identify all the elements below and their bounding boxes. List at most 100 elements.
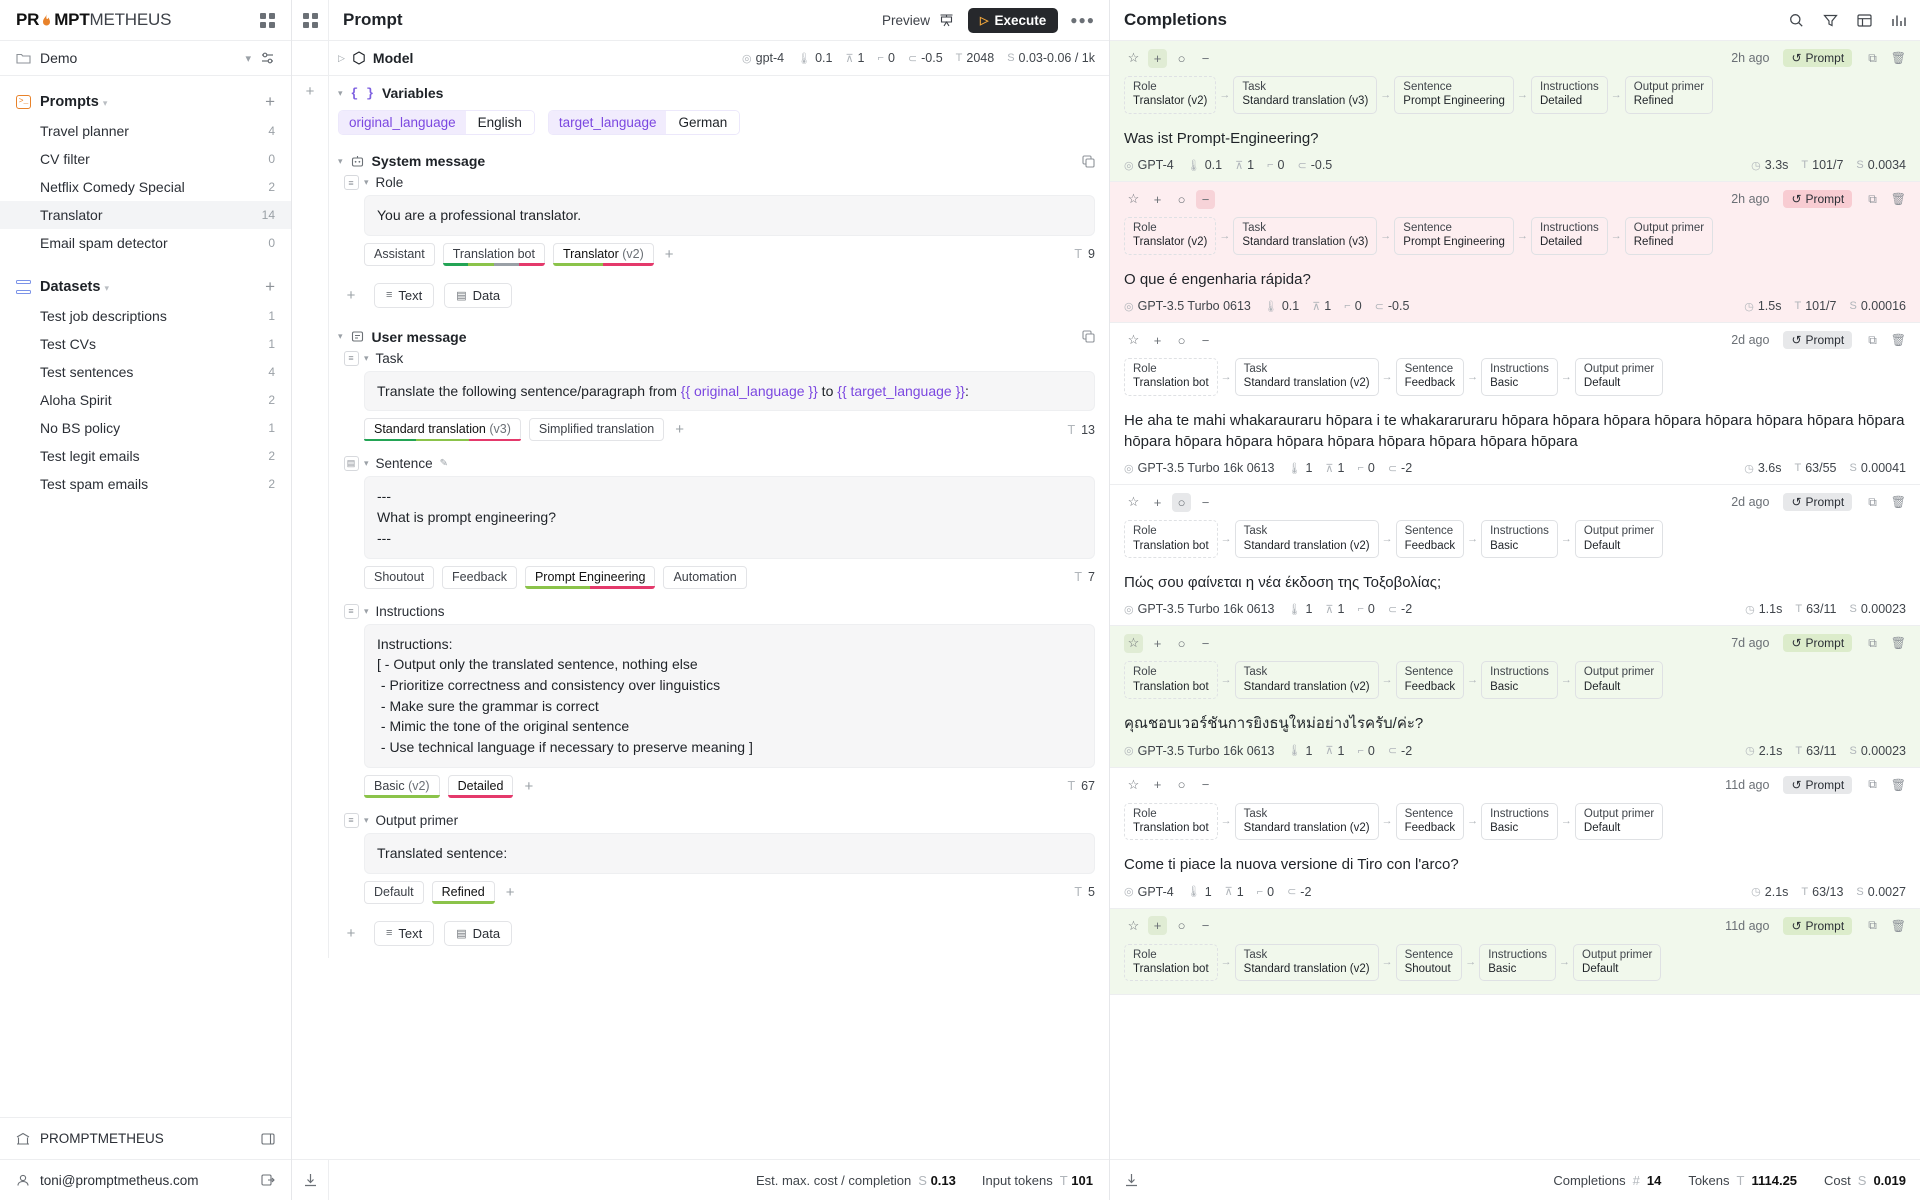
thumbs-down-icon[interactable]: − (1196, 775, 1215, 794)
add-block-button[interactable]: + (338, 925, 364, 942)
task-title[interactable]: ▾ Task (364, 349, 1095, 371)
thumbs-down-icon[interactable]: − (1196, 49, 1215, 68)
sidebar-item-aloha-spirit[interactable]: Aloha Spirit 2 (0, 386, 291, 414)
delete-icon[interactable]: 🗑 (1891, 333, 1906, 347)
instructions-title[interactable]: ▾ Instructions (364, 602, 1095, 624)
add-prompt-button[interactable]: + (265, 93, 275, 110)
completion-card[interactable]: ☆ + ○ − 2d ago ↺ Prompt ⧉ 🗑 Role Translati… (1110, 323, 1920, 486)
step-role[interactable]: Role Translator (v2) (1124, 217, 1217, 255)
step-sentence[interactable]: Sentence Feedback (1395, 802, 1465, 841)
variable-value[interactable]: German (666, 111, 740, 134)
chip-refined[interactable]: Refined (431, 880, 495, 904)
text-block-icon[interactable]: ≡ (343, 350, 359, 366)
star-icon[interactable]: ☆ (1124, 775, 1143, 794)
chip-prompt-engineering[interactable]: Prompt Engineering (524, 565, 656, 589)
thumbs-up-icon[interactable]: + (1148, 190, 1167, 209)
delete-icon[interactable]: 🗑 (1891, 51, 1906, 65)
model-row[interactable]: ▷ Model ◎ gpt-4 🌡 0.1 ⊼ 1 ⌐ 0 ⊂ -0.5 T 2048 S0… (292, 41, 1109, 76)
copy-icon[interactable]: ⧉ (1868, 495, 1877, 510)
add-variable-button[interactable]: + (306, 83, 315, 144)
step-instructions[interactable]: Instructions Detailed (1530, 217, 1608, 255)
search-icon[interactable] (1789, 13, 1804, 28)
step-sentence[interactable]: Sentence Prompt Engineering (1394, 76, 1514, 114)
completion-card[interactable]: ☆ + ○ − 2h ago ↺ Prompt ⧉ 🗑 Role Translato… (1110, 41, 1920, 183)
output-primer-title[interactable]: ▾ Output primer (364, 811, 1095, 833)
chevron-down-icon[interactable]: ▾ (103, 98, 108, 108)
add-block-button[interactable]: + (338, 287, 364, 304)
neutral-icon[interactable]: ○ (1172, 49, 1191, 68)
step-instructions[interactable]: Instructions Basic (1481, 520, 1558, 559)
step-output-primer[interactable]: Output primer Default (1574, 520, 1664, 559)
add-chip-button[interactable]: + (503, 884, 518, 901)
step-sentence[interactable]: Sentence Feedback (1395, 520, 1465, 559)
chip-basic-v2[interactable]: Basic (v2) (364, 774, 440, 798)
edit-pencil-icon[interactable]: ✎ (440, 458, 448, 469)
table-view-icon[interactable] (1857, 13, 1872, 28)
preview-icon[interactable] (939, 13, 954, 28)
chart-view-icon[interactable] (1891, 13, 1906, 28)
sentence-title[interactable]: ▾ Sentence ✎ (364, 454, 1095, 476)
sidebar-item-email-spam-detector[interactable]: Email spam detector 0 (0, 229, 291, 257)
completion-card[interactable]: ☆ + ○ − 2h ago ↺ Prompt ⧉ 🗑 Role Translato… (1110, 182, 1920, 324)
step-output-primer[interactable]: Output primer Default (1574, 802, 1664, 841)
variable-target-language[interactable]: target_language German (547, 110, 741, 135)
step-output-primer[interactable]: Output primer Refined (1624, 217, 1714, 255)
sidebar-item-no-bs-policy[interactable]: No BS policy 1 (0, 414, 291, 442)
add-dataset-button[interactable]: + (265, 278, 275, 295)
chevron-down-icon[interactable]: ▾ (364, 606, 369, 617)
delete-icon[interactable]: 🗑 (1891, 495, 1906, 509)
instructions-textarea[interactable]: Instructions: [ - Output only the transl… (364, 623, 1095, 768)
download-icon[interactable] (1124, 1173, 1139, 1188)
step-task[interactable]: Task Standard translation (v2) (1234, 661, 1379, 700)
neutral-icon[interactable]: ○ (1172, 190, 1191, 209)
grid-menu-icon[interactable] (260, 12, 275, 28)
completions-list[interactable]: ☆ + ○ − 2h ago ↺ Prompt ⧉ 🗑 Role Translato… (1110, 41, 1920, 1159)
org-row[interactable]: PROMPTMETHEUS (0, 1118, 291, 1159)
add-chip-button[interactable]: + (672, 421, 687, 438)
chip-automation[interactable]: Automation (663, 565, 747, 589)
neutral-icon[interactable]: ○ (1172, 492, 1191, 512)
step-sentence[interactable]: Sentence Prompt Engineering (1394, 217, 1514, 255)
task-textarea[interactable]: Translate the following sentence/paragra… (364, 370, 1095, 412)
user-message-title[interactable]: ▾ User message (338, 320, 1095, 349)
chevron-down-icon[interactable]: ▾ (364, 458, 369, 469)
add-data-button[interactable]: ▤ Data (444, 282, 513, 308)
neutral-icon[interactable]: ○ (1172, 331, 1191, 350)
sidebar-item-test-sentences[interactable]: Test sentences 4 (0, 358, 291, 386)
step-task[interactable]: Task Standard translation (v2) (1234, 802, 1379, 841)
step-task[interactable]: Task Standard translation (v2) (1234, 358, 1379, 396)
chip-simplified-translation[interactable]: Simplified translation (528, 418, 665, 442)
copy-icon[interactable] (1082, 154, 1095, 168)
star-icon[interactable]: ☆ (1124, 331, 1143, 350)
step-task[interactable]: Task Standard translation (v3) (1233, 217, 1378, 255)
thumbs-down-icon[interactable]: − (1196, 916, 1215, 935)
star-icon[interactable]: ☆ (1124, 190, 1143, 209)
role-title[interactable]: ▾ Role (364, 173, 1095, 195)
step-output-primer[interactable]: Output primer Default (1574, 358, 1664, 396)
chevron-down-icon[interactable]: ▾ (338, 88, 343, 99)
sentence-textarea[interactable]: --- What is prompt engineering? --- (364, 476, 1095, 559)
step-output-primer[interactable]: Output primer Refined (1624, 76, 1714, 114)
download-icon[interactable] (303, 1173, 318, 1188)
variables-title[interactable]: ▾ { } Variables (338, 76, 1095, 105)
thumbs-up-icon[interactable]: + (1148, 48, 1167, 68)
chip-standard-translation-v3[interactable]: Standard translation (v3) (364, 418, 521, 442)
step-sentence[interactable]: Sentence Feedback (1395, 661, 1465, 700)
delete-icon[interactable]: 🗑 (1891, 192, 1906, 206)
collapse-sidebar-icon[interactable] (261, 1132, 275, 1146)
sidebar-item-test-job-descriptions[interactable]: Test job descriptions 1 (0, 302, 291, 330)
copy-icon[interactable]: ⧉ (1868, 192, 1877, 207)
section-prompts-header[interactable]: >_ Prompts ▾ + (0, 86, 291, 117)
step-task[interactable]: Task Standard translation (v3) (1233, 76, 1378, 114)
copy-icon[interactable] (1082, 330, 1095, 343)
step-role[interactable]: Role Translation bot (1124, 802, 1218, 841)
thumbs-up-icon[interactable]: + (1148, 493, 1167, 512)
sidebar-item-cv-filter[interactable]: CV filter 0 (0, 145, 291, 173)
add-chip-button[interactable]: + (662, 246, 677, 263)
star-icon[interactable]: ☆ (1124, 916, 1143, 935)
copy-icon[interactable]: ⧉ (1868, 636, 1877, 651)
user-row[interactable]: toni@promptmetheus.com (0, 1159, 291, 1200)
project-selector[interactable]: Demo ▾ (0, 41, 291, 76)
thumbs-up-icon[interactable]: + (1148, 331, 1167, 350)
chip-detailed[interactable]: Detailed (447, 774, 514, 798)
